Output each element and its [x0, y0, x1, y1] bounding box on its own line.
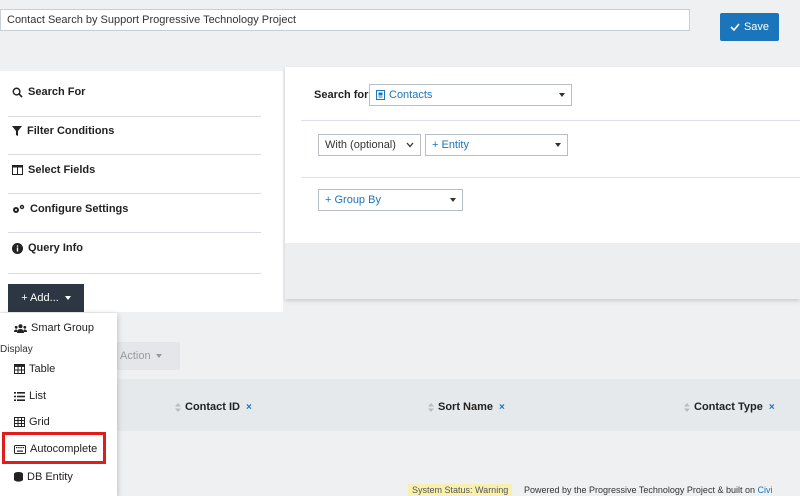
- system-status-badge[interactable]: System Status: Warning: [408, 484, 513, 496]
- action-label: Action: [120, 350, 151, 362]
- nav-label: Select Fields: [28, 164, 96, 176]
- search-for-label: Search for: [314, 89, 369, 101]
- with-optional-select[interactable]: With (optional): [318, 134, 421, 156]
- results-table-header: [0, 379, 800, 431]
- divider: [8, 273, 261, 274]
- action-button[interactable]: Action: [110, 342, 180, 370]
- add-dropdown-button[interactable]: + Add...: [8, 284, 84, 312]
- save-button[interactable]: Save: [720, 13, 779, 41]
- with-select-value: With (optional): [325, 139, 396, 151]
- menu-item-db-entity[interactable]: DB Entity: [14, 471, 73, 483]
- search-title-input[interactable]: Contact Search by Support Progressive Te…: [0, 9, 690, 31]
- add-dropdown-menu: [0, 313, 117, 496]
- table-icon: [14, 364, 25, 374]
- divider: [8, 116, 261, 117]
- remove-column-icon[interactable]: ×: [246, 402, 252, 413]
- civi-link[interactable]: Civi: [757, 485, 772, 495]
- add-label: + Add...: [21, 292, 59, 304]
- divider: [301, 177, 800, 178]
- remove-column-icon[interactable]: ×: [769, 402, 775, 413]
- menu-item-table[interactable]: Table: [14, 363, 55, 375]
- menu-item-smart-group[interactable]: Smart Group: [14, 322, 94, 334]
- search-icon: [12, 87, 23, 98]
- nav-configure-settings[interactable]: Configure Settings: [12, 203, 128, 215]
- grid-icon: [14, 417, 25, 427]
- caret-down-icon: [63, 296, 71, 300]
- entity-select-value: Contacts: [389, 89, 433, 101]
- column-label: Sort Name: [438, 401, 494, 413]
- left-nav-panel: [0, 71, 283, 312]
- sort-icon: [428, 402, 434, 412]
- database-icon: [14, 472, 23, 482]
- menu-label: List: [29, 390, 47, 402]
- nav-label: Filter Conditions: [27, 125, 115, 137]
- add-entity-label: + Entity: [432, 139, 469, 151]
- divider: [301, 120, 800, 121]
- column-header-contact-type[interactable]: Contact Type ×: [684, 401, 775, 413]
- divider: [8, 193, 261, 194]
- nav-search-for[interactable]: Search For: [12, 86, 85, 98]
- powered-text: Powered by the Progressive Technology Pr…: [524, 485, 755, 495]
- menu-label: DB Entity: [27, 471, 73, 483]
- menu-label: Autocomplete: [30, 443, 98, 455]
- users-icon: [14, 323, 27, 333]
- nav-label: Configure Settings: [30, 203, 129, 215]
- menu-label: Smart Group: [31, 322, 94, 334]
- info-icon: [12, 242, 23, 254]
- filter-icon: [12, 126, 22, 136]
- menu-label: Table: [29, 363, 56, 375]
- menu-label: Grid: [29, 416, 50, 428]
- nav-query-info[interactable]: Query Info: [12, 242, 83, 254]
- caret-down-icon: [555, 143, 561, 147]
- gears-icon: [12, 204, 25, 214]
- menu-section-display: Display: [0, 344, 33, 355]
- column-label: Contact ID: [185, 401, 240, 413]
- chevron-down-icon: [406, 142, 414, 148]
- nav-label: Search For: [28, 86, 86, 98]
- divider: [8, 232, 261, 233]
- menu-item-list[interactable]: List: [14, 390, 46, 402]
- caret-down-icon: [155, 354, 162, 358]
- add-entity-select[interactable]: + Entity: [425, 134, 568, 156]
- save-label: Save: [743, 21, 770, 33]
- remove-column-icon[interactable]: ×: [499, 402, 505, 413]
- divider: [8, 154, 261, 155]
- group-by-label: + Group By: [325, 194, 381, 206]
- column-header-sort-name[interactable]: Sort Name ×: [428, 401, 505, 413]
- nav-label: Query Info: [28, 242, 84, 254]
- menu-item-autocomplete[interactable]: Autocomplete: [14, 443, 97, 455]
- contact-card-icon: [376, 90, 385, 100]
- caret-down-icon: [450, 198, 456, 202]
- column-header-contact-id[interactable]: Contact ID ×: [175, 401, 252, 413]
- menu-item-grid[interactable]: Grid: [14, 416, 50, 428]
- sort-icon: [684, 402, 690, 412]
- caret-down-icon: [559, 93, 565, 97]
- nav-select-fields[interactable]: Select Fields: [12, 164, 95, 176]
- sort-icon: [175, 402, 181, 412]
- columns-icon: [12, 165, 23, 175]
- check-icon: [730, 23, 740, 31]
- entity-select[interactable]: Contacts: [369, 84, 572, 106]
- panel-footer: [285, 243, 800, 299]
- list-icon: [14, 391, 25, 401]
- group-by-select[interactable]: + Group By: [318, 189, 463, 211]
- footer-powered-by: Powered by the Progressive Technology Pr…: [524, 484, 772, 496]
- keyboard-icon: [14, 444, 26, 454]
- column-label: Contact Type: [694, 401, 763, 413]
- nav-filter-conditions[interactable]: Filter Conditions: [12, 125, 114, 137]
